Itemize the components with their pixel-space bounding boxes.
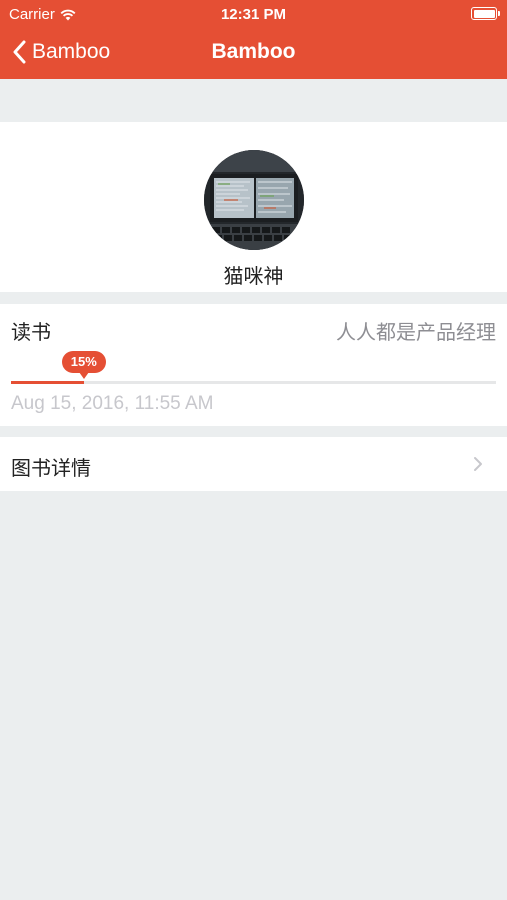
book-name: 人人都是产品经理 xyxy=(336,322,496,344)
navigation-bar: Bamboo Bamboo xyxy=(0,28,507,79)
progress-fill xyxy=(11,381,84,384)
progress-track xyxy=(11,381,496,384)
avatar[interactable] xyxy=(204,150,304,250)
chevron-right-icon xyxy=(474,457,482,471)
reading-date: Aug 15, 2016, 11:55 AM xyxy=(11,393,214,414)
reading-title: 读书 xyxy=(11,322,51,344)
status-time: 12:31 PM xyxy=(220,6,287,23)
book-details-row[interactable]: 图书详情 xyxy=(0,437,507,491)
avatar-image xyxy=(204,150,304,250)
progress-badge: 15% xyxy=(61,351,106,379)
profile-card: 猫咪神 xyxy=(0,122,507,292)
header: Carrier 12:31 PM Bamboo Bamboo xyxy=(0,0,507,79)
reading-card: 读书 人人都是产品经理 15% Aug 15, 2016, 11:55 AM xyxy=(0,304,507,426)
battery-icon xyxy=(471,7,500,20)
status-bar: Carrier 12:31 PM xyxy=(0,0,507,28)
book-details-label: 图书详情 xyxy=(11,458,91,480)
profile-name: 猫咪神 xyxy=(223,266,284,288)
page-title: Bamboo xyxy=(211,40,296,63)
